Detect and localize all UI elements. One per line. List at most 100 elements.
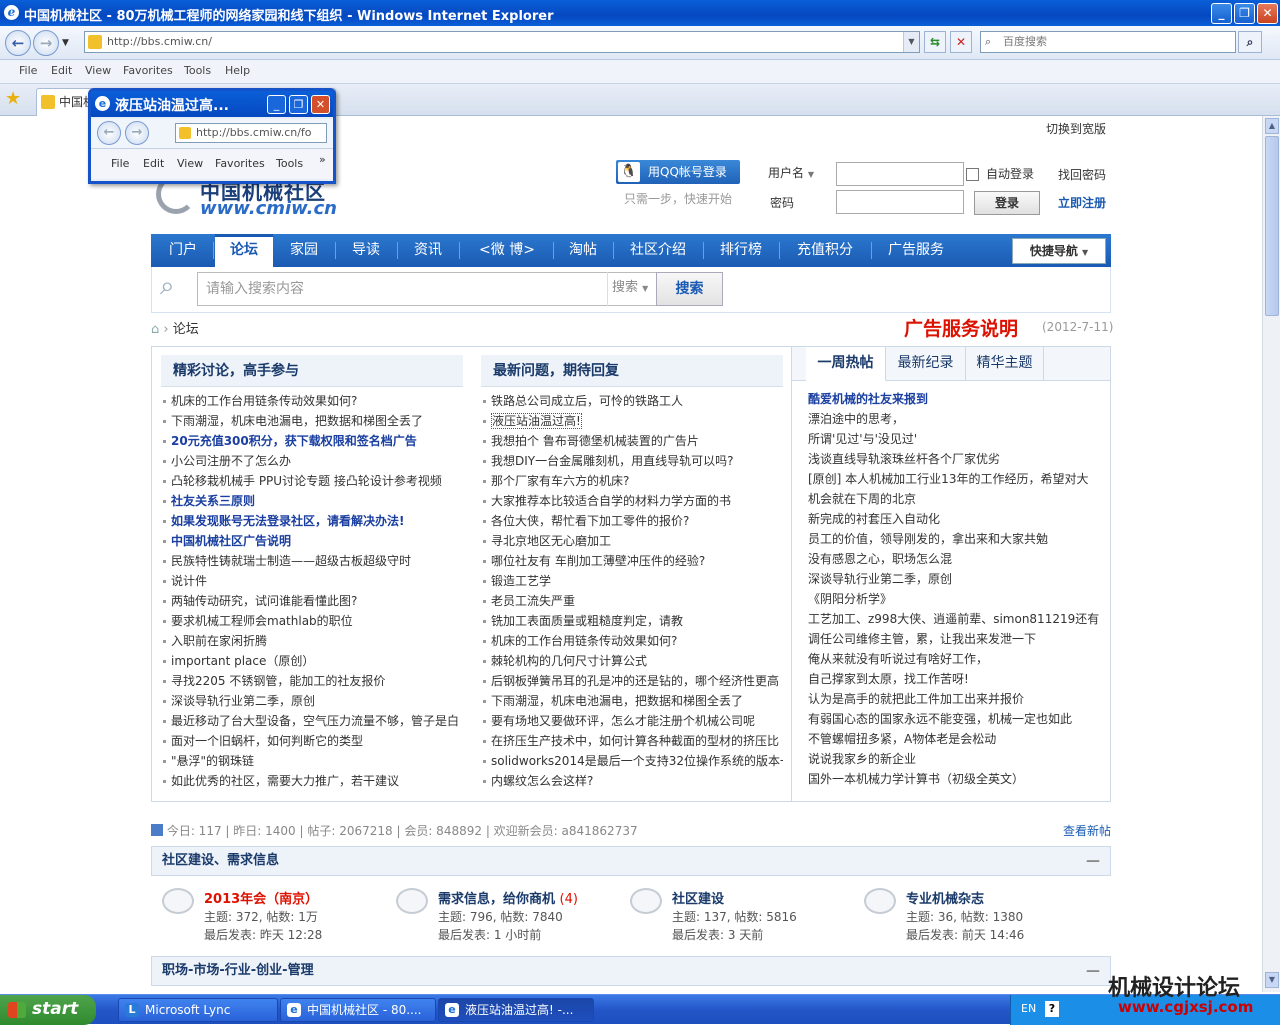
menu-edit[interactable]: Edit — [51, 64, 72, 77]
question-item[interactable]: 那个厂家有车六方的机床? — [481, 471, 783, 491]
discussion-item[interactable]: 寻找2205 不锈钢管，能加工的社友报价 — [161, 671, 463, 691]
menu-favorites[interactable]: Favorites — [123, 64, 173, 77]
wide-switch-link[interactable]: 切换到宽版 — [1046, 120, 1106, 137]
favorites-star-icon[interactable]: ★ — [5, 88, 21, 109]
task-lync[interactable]: L Microsoft Lync — [118, 998, 278, 1022]
forgot-password-link[interactable]: 找回密码 — [1058, 166, 1106, 183]
section-community[interactable]: 社区建设、需求信息 — — [151, 846, 1111, 876]
question-item[interactable]: 棘轮机构的几何尺寸计算公式 — [481, 651, 783, 671]
nav-portal[interactable]: 门户 — [155, 234, 211, 267]
discussion-item[interactable]: important place（原创） — [161, 651, 463, 671]
forum-name[interactable]: 社区建设 — [672, 888, 724, 907]
username-input[interactable] — [836, 162, 964, 186]
popup-menu-more[interactable]: » — [319, 153, 326, 166]
question-item[interactable]: 哪位社友有 车削加工薄壁冲压件的经验? — [481, 551, 783, 571]
discussion-item[interactable]: 下雨潮湿，机床电池漏电，把数据和梯图全丢了 — [161, 411, 463, 431]
hot-post-item[interactable]: 深谈导轨行业第二季，原创 — [808, 569, 1104, 589]
menu-view[interactable]: View — [85, 64, 111, 77]
question-item[interactable]: 大家推荐本比较适合自学的材料力学方面的书 — [481, 491, 783, 511]
scroll-up-icon[interactable]: ▲ — [1265, 118, 1279, 134]
discussion-item[interactable]: 20元充值300积分，获下载权限和签名档广告 — [161, 431, 463, 451]
popup-menu-view[interactable]: View — [177, 157, 203, 170]
help-icon[interactable]: ? — [1045, 1001, 1059, 1017]
hot-post-item[interactable]: 俺从来就没有听说过有啥好工作， — [808, 649, 1104, 669]
hot-post-item[interactable]: 所谓'见过'与'没见过' — [808, 429, 1104, 449]
minimize-button[interactable]: _ — [1211, 3, 1232, 24]
search-type-select[interactable]: 搜索 ▼ — [607, 272, 657, 306]
auto-login-checkbox[interactable] — [966, 168, 979, 181]
section-career[interactable]: 职场-市场-行业-创业-管理 — — [151, 956, 1111, 986]
discussion-item[interactable]: 最近移动了台大型设备，空气压力流量不够，管子是白 — [161, 711, 463, 731]
tab-digest-topics[interactable]: 精华主题 — [966, 347, 1044, 381]
question-item[interactable]: 要有场地又要做环评，怎么才能注册个机械公司呢 — [481, 711, 783, 731]
discussion-item[interactable]: 入职前在家闲折腾 — [161, 631, 463, 651]
refresh-icon[interactable]: ⇆ — [924, 31, 946, 53]
forum-name[interactable]: 需求信息，给你商机 (4) — [438, 888, 578, 907]
popup-menu-tools[interactable]: Tools — [276, 157, 303, 170]
forum-item[interactable]: 社区建设 主题: 137, 帖数: 5816 最后发表: 3 天前 — [630, 884, 860, 948]
nav-taotie[interactable]: 淘帖 — [555, 234, 611, 267]
question-item[interactable]: 老员工流失严重 — [481, 591, 783, 611]
popup-menu-favorites[interactable]: Favorites — [215, 157, 265, 170]
view-new-posts-link[interactable]: 查看新帖 — [1063, 822, 1111, 839]
history-dropdown-icon[interactable]: ▼ — [62, 38, 69, 48]
forward-icon[interactable]: → — [33, 30, 59, 56]
discussion-item[interactable]: 小公司注册不了怎么办 — [161, 451, 463, 471]
maximize-button[interactable]: ❐ — [1234, 3, 1255, 24]
forum-name[interactable]: 2013年会（南京） — [204, 888, 318, 907]
hot-post-item[interactable]: 国外一本机械力学计算书（初级全英文） — [808, 769, 1104, 789]
hot-post-item[interactable]: 《阴阳分析学》 — [808, 589, 1104, 609]
start-button[interactable]: start — [0, 995, 96, 1025]
discussion-item[interactable]: 如果发现账号无法登录社区，请看解决办法! — [161, 511, 463, 531]
discussion-item[interactable]: 说计件 — [161, 571, 463, 591]
discussion-item[interactable]: 深谈导轨行业第二季，原创 — [161, 691, 463, 711]
breadcrumb-forum[interactable]: 论坛 — [173, 322, 199, 337]
nav-weibo[interactable]: <微 博> — [461, 234, 553, 267]
hot-post-item[interactable]: 酷爱机械的社友来报到 — [808, 389, 1104, 409]
hot-post-item[interactable]: 认为是高手的就把此工件加工出来并报价 — [808, 689, 1104, 709]
menu-file[interactable]: File — [19, 64, 37, 77]
hot-post-item[interactable]: 工艺加工、z998大侠、逍遥前辈、simon811219还有 — [808, 609, 1104, 629]
login-button[interactable]: 登录 — [974, 191, 1040, 215]
popup-close-button[interactable]: ✕ — [311, 95, 330, 114]
hot-post-item[interactable]: 自己撑家到太原，找工作苦呀! — [808, 669, 1104, 689]
home-icon[interactable]: ⌂ — [151, 322, 159, 337]
hot-post-item[interactable]: 不管螺帽扭多紧，A物体老是会松动 — [808, 729, 1104, 749]
hot-post-item[interactable]: 说说我家乡的新企业 — [808, 749, 1104, 769]
question-item[interactable]: 铁路总公司成立后，可怜的铁路工人 — [481, 391, 783, 411]
password-input[interactable] — [836, 190, 964, 214]
discussion-item[interactable]: 面对一个旧蜗杆，如何判断它的类型 — [161, 731, 463, 751]
collapse-icon[interactable]: — — [1086, 957, 1100, 985]
discussion-item[interactable]: 要求机械工程师会mathlab的职位 — [161, 611, 463, 631]
address-bar[interactable]: http://bbs.cmiw.cn/ ▼ — [84, 31, 920, 53]
question-item[interactable]: 我想拍个 鲁布哥德堡机械装置的广告片 — [481, 431, 783, 451]
question-item[interactable]: 液压站油温过高! — [481, 411, 783, 431]
question-item[interactable]: 铣加工表面质量或粗糙度判定，请教 — [481, 611, 783, 631]
quick-nav-button[interactable]: 快捷导航 ▼ — [1012, 238, 1106, 264]
discussion-item[interactable]: 民族特性铸就瑞士制造——超级古板超级守时 — [161, 551, 463, 571]
task-ie-main[interactable]: e 中国机械社区 - 80.... — [280, 998, 436, 1022]
forum-name[interactable]: 专业机械杂志 — [906, 888, 984, 907]
popup-menu-file[interactable]: File — [111, 157, 129, 170]
popup-maximize-button[interactable]: ❐ — [289, 95, 308, 114]
hot-post-item[interactable]: [原创] 本人机械加工行业13年的工作经历，希望对大 — [808, 469, 1104, 489]
question-item[interactable]: 后钢板弹簧吊耳的孔是冲的还是钻的，哪个经济性更高 — [481, 671, 783, 691]
question-item[interactable]: 各位大侠，帮忙看下加工零件的报价? — [481, 511, 783, 531]
discussion-item[interactable]: "悬浮"的钢珠链 — [161, 751, 463, 771]
popup-minimize-button[interactable]: _ — [267, 95, 286, 114]
username-label[interactable]: 用户名 ▼ — [768, 164, 814, 181]
search-go-icon[interactable]: ⌕ — [1238, 31, 1262, 53]
tab-latest-records[interactable]: 最新纪录 — [886, 347, 966, 381]
question-item[interactable]: 锻造工艺学 — [481, 571, 783, 591]
popup-address-bar[interactable]: http://bbs.cmiw.cn/fo — [175, 123, 327, 143]
hot-post-item[interactable]: 员工的价值，领导刚发的，拿出来和大家共勉 — [808, 529, 1104, 549]
site-search-button[interactable]: 搜索 — [656, 272, 723, 306]
nav-news[interactable]: 资讯 — [399, 234, 457, 267]
collapse-icon[interactable]: — — [1086, 847, 1100, 875]
hot-post-item[interactable]: 漂泊途中的思考， — [808, 409, 1104, 429]
discussion-item[interactable]: 如此优秀的社区，需要大力推广，若干建议 — [161, 771, 463, 791]
scroll-down-icon[interactable]: ▼ — [1265, 972, 1279, 988]
nav-about[interactable]: 社区介绍 — [615, 234, 701, 267]
discussion-item[interactable]: 中国机械社区广告说明 — [161, 531, 463, 551]
qq-login-button[interactable]: 🐧 用QQ帐号登录 — [616, 160, 740, 184]
